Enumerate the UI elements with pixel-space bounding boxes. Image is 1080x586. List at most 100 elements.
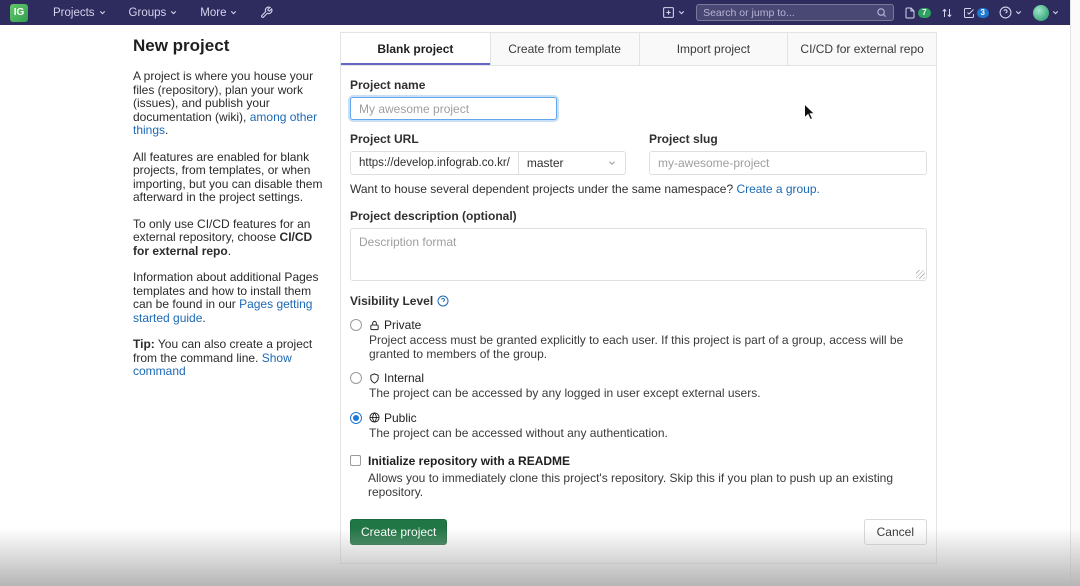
- public-radio[interactable]: [350, 412, 362, 424]
- project-url-group: https://develop.infograb.co.kr/ master: [350, 151, 626, 175]
- intro-p1-suffix: .: [165, 123, 168, 137]
- private-label: Private: [384, 318, 421, 332]
- project-url-prefix: https://develop.infograb.co.kr/: [350, 151, 519, 175]
- tab-import-project[interactable]: Import project: [639, 33, 788, 65]
- description-section: Project description (optional): [350, 209, 927, 281]
- globe-icon: [369, 412, 380, 423]
- project-slug-input[interactable]: [649, 151, 927, 175]
- top-navbar: IG Projects Groups More 7: [0, 0, 1070, 25]
- nav-menu-groups-label: Groups: [129, 7, 167, 19]
- intro-paragraph-5: Tip: You can also create a project from …: [133, 338, 323, 379]
- private-description: Project access must be granted explicitl…: [369, 334, 927, 361]
- project-url-label: Project URL: [350, 132, 626, 146]
- visibility-level-text: Visibility Level: [350, 294, 433, 308]
- page-title: New project: [133, 36, 323, 56]
- plus-square-icon: [662, 6, 675, 19]
- todos-button[interactable]: 3: [963, 7, 989, 19]
- internal-label: Internal: [384, 371, 424, 385]
- chevron-down-icon: [229, 8, 238, 17]
- readme-body: Initialize repository with a README Allo…: [368, 454, 927, 499]
- tab-cicd-external-repo[interactable]: CI/CD for external repo: [787, 33, 936, 65]
- chevron-down-icon: [607, 158, 617, 168]
- intro-paragraph-4: Information about additional Pages templ…: [133, 271, 323, 325]
- visibility-option-internal: Internal The project can be accessed by …: [350, 371, 927, 401]
- description-textarea-wrap: [350, 228, 927, 281]
- visibility-option-public: Public The project can be accessed witho…: [350, 411, 927, 441]
- chevron-down-icon: [677, 8, 686, 17]
- internal-option-title[interactable]: Internal: [369, 371, 761, 385]
- nav-menu-projects-label: Projects: [53, 7, 95, 19]
- visibility-section: Visibility Level Private Project access …: [350, 294, 927, 440]
- intro-paragraph-3: To only use CI/CD features for an extern…: [133, 218, 323, 259]
- nav-menu-more-label: More: [200, 7, 226, 19]
- new-menu-button[interactable]: [662, 6, 686, 19]
- internal-description: The project can be accessed by any logge…: [369, 387, 761, 401]
- nav-menu-groups[interactable]: Groups: [120, 7, 188, 19]
- create-project-button[interactable]: Create project: [350, 519, 447, 545]
- private-option-body: Private Project access must be granted e…: [369, 318, 927, 361]
- shield-icon: [369, 373, 380, 384]
- project-type-tabs: Blank project Create from template Impor…: [340, 32, 937, 66]
- merge-request-icon: [941, 7, 953, 19]
- global-search: [696, 4, 894, 21]
- project-slug-column: Project slug: [649, 132, 927, 175]
- navbar-left: IG Projects Groups More: [10, 4, 282, 22]
- namespace-help-text: Want to house several dependent projects…: [350, 182, 927, 196]
- public-label: Public: [384, 411, 417, 425]
- search-icon: [876, 7, 887, 18]
- textarea-resize-grip[interactable]: [916, 270, 925, 279]
- admin-wrench-button[interactable]: [251, 6, 282, 19]
- tip-label: Tip:: [133, 337, 155, 351]
- issues-button[interactable]: 7: [904, 7, 930, 19]
- visibility-level-label: Visibility Level: [350, 294, 927, 308]
- merge-requests-button[interactable]: [941, 7, 953, 19]
- private-radio[interactable]: [350, 319, 362, 331]
- scrollbar-track[interactable]: [1070, 0, 1080, 586]
- help-circle-icon: [999, 6, 1012, 19]
- navbar-right: 7 3: [662, 4, 1060, 21]
- nav-menu-projects[interactable]: Projects: [44, 7, 116, 19]
- intro-p4-suffix: .: [202, 311, 205, 325]
- visibility-help-icon[interactable]: [437, 295, 449, 307]
- form-footer: Create project Cancel: [350, 519, 927, 545]
- nav-menu-more[interactable]: More: [191, 7, 247, 19]
- gitlab-logo[interactable]: IG: [10, 4, 28, 22]
- chevron-down-icon: [98, 8, 107, 17]
- namespace-select[interactable]: master: [519, 151, 626, 175]
- issues-icon: [904, 7, 916, 19]
- readme-section: Initialize repository with a README Allo…: [350, 454, 927, 499]
- internal-radio[interactable]: [350, 372, 362, 384]
- cancel-button[interactable]: Cancel: [864, 519, 927, 545]
- namespace-help-prefix: Want to house several dependent projects…: [350, 182, 736, 196]
- project-description-label: Project description (optional): [350, 209, 927, 223]
- project-description-textarea[interactable]: [350, 228, 927, 281]
- create-group-link[interactable]: Create a group.: [736, 182, 819, 196]
- chevron-down-icon: [1014, 8, 1023, 17]
- visibility-option-private: Private Project access must be granted e…: [350, 318, 927, 361]
- issues-count-badge: 7: [918, 8, 930, 18]
- intro-paragraph-2: All features are enabled for blank proje…: [133, 151, 323, 205]
- blank-project-form: Project name Project URL https://develop…: [340, 66, 937, 564]
- public-description: The project can be accessed without any …: [369, 427, 668, 441]
- tab-blank-project[interactable]: Blank project: [341, 33, 490, 65]
- intro-paragraph-1: A project is where you house your files …: [133, 70, 323, 138]
- search-input[interactable]: [703, 7, 876, 19]
- project-slug-label: Project slug: [649, 132, 927, 146]
- public-option-title[interactable]: Public: [369, 411, 668, 425]
- new-project-panel: Blank project Create from template Impor…: [340, 32, 937, 564]
- project-url-column: Project URL https://develop.infograb.co.…: [350, 132, 626, 175]
- lock-icon: [369, 320, 380, 331]
- readme-label[interactable]: Initialize repository with a README: [368, 454, 927, 468]
- user-menu-button[interactable]: [1033, 5, 1060, 21]
- project-name-input[interactable]: [350, 97, 557, 120]
- help-menu-button[interactable]: [999, 6, 1023, 19]
- todo-check-square-icon: [963, 7, 975, 19]
- url-slug-row: Project URL https://develop.infograb.co.…: [350, 132, 927, 175]
- namespace-value: master: [527, 156, 564, 170]
- readme-description: Allows you to immediately clone this pro…: [368, 471, 927, 499]
- private-option-title[interactable]: Private: [369, 318, 927, 332]
- chevron-down-icon: [1051, 8, 1060, 17]
- readme-checkbox[interactable]: [350, 455, 361, 466]
- tab-create-from-template[interactable]: Create from template: [490, 33, 639, 65]
- new-project-intro: New project A project is where you house…: [133, 36, 323, 392]
